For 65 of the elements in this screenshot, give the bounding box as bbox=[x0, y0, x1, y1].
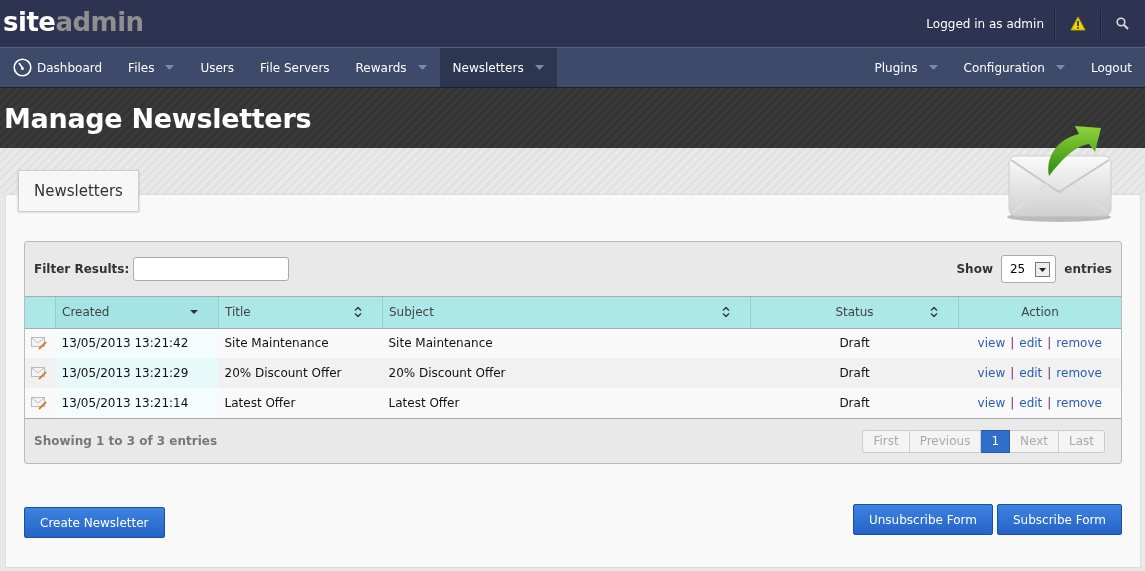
action-link[interactable]: view bbox=[977, 396, 1006, 410]
separator: | bbox=[1047, 366, 1052, 380]
table-cell: Draft bbox=[839, 336, 870, 351]
gauge-icon bbox=[13, 58, 32, 77]
table-cell: 13/05/2013 13:21:14 bbox=[61, 396, 189, 410]
envelope-edit-icon bbox=[31, 336, 47, 351]
separator: | bbox=[1047, 396, 1052, 410]
search-icon[interactable] bbox=[1116, 17, 1129, 30]
nav-item[interactable]: File Servers bbox=[247, 48, 343, 87]
page-title: Manage Newsletters bbox=[4, 102, 312, 134]
separator: | bbox=[1010, 366, 1015, 380]
nav-item[interactable]: Dashboard bbox=[0, 48, 116, 87]
table-cell: Site Maintenance bbox=[224, 336, 329, 351]
nav-item[interactable]: Users bbox=[187, 48, 248, 87]
action-link[interactable]: edit bbox=[1019, 366, 1043, 380]
nav-item[interactable]: Files bbox=[115, 48, 188, 87]
table-cell: Latest Offer bbox=[388, 396, 460, 410]
sort-icon[interactable] bbox=[930, 306, 938, 318]
action-link[interactable]: remove bbox=[1056, 336, 1102, 351]
column-header[interactable]: Created bbox=[55, 297, 219, 328]
nav-item[interactable]: Logout bbox=[1077, 48, 1145, 87]
pagination-button[interactable]: 1 bbox=[981, 429, 1011, 453]
login-status: Logged in as admin bbox=[926, 8, 1055, 39]
create-button[interactable]: Create Newsletter bbox=[24, 507, 165, 538]
show-label: Show bbox=[956, 262, 993, 276]
separator: | bbox=[1010, 396, 1015, 410]
filter-label: Filter Results: bbox=[34, 262, 130, 276]
entries-label: entries bbox=[1064, 262, 1112, 276]
table-cell: Latest Offer bbox=[224, 396, 296, 410]
action-link[interactable]: remove bbox=[1056, 366, 1102, 380]
table-cell: Draft bbox=[839, 396, 870, 410]
nav-item[interactable]: Rewards bbox=[342, 48, 440, 87]
table-cell: 20% Discount Offer bbox=[224, 366, 342, 380]
envelope-edit-icon bbox=[31, 396, 47, 410]
page-size-select[interactable]: 25 bbox=[1001, 255, 1057, 283]
sort-icon[interactable] bbox=[722, 306, 730, 318]
action-link[interactable]: edit bbox=[1019, 336, 1043, 351]
form-button[interactable]: Subscribe Form bbox=[997, 504, 1122, 535]
action-link[interactable]: edit bbox=[1019, 396, 1043, 410]
site-logo[interactable]: siteadmin bbox=[3, 6, 144, 37]
action-link[interactable]: view bbox=[977, 336, 1006, 351]
envelope-edit-icon bbox=[31, 366, 47, 380]
nav-item[interactable]: Configuration bbox=[950, 48, 1078, 87]
table-cell: 13/05/2013 13:21:29 bbox=[61, 366, 189, 380]
column-header[interactable]: Status bbox=[750, 297, 959, 328]
table-cell: Site Maintenance bbox=[388, 336, 493, 351]
nav-item[interactable]: Newsletters bbox=[439, 48, 557, 87]
nav-item[interactable]: Plugins bbox=[861, 48, 951, 87]
column-header[interactable]: Title bbox=[218, 297, 383, 328]
table-cell: Draft bbox=[839, 366, 870, 380]
filter-input[interactable] bbox=[133, 257, 290, 281]
action-link[interactable]: remove bbox=[1056, 396, 1102, 410]
sort-icon[interactable] bbox=[190, 310, 198, 315]
section-tab[interactable]: Newsletters bbox=[18, 170, 139, 211]
column-header: Action bbox=[958, 297, 1121, 328]
table-cell: 13/05/2013 13:21:42 bbox=[61, 336, 189, 351]
sort-icon[interactable] bbox=[354, 306, 362, 318]
warning-icon[interactable] bbox=[1070, 16, 1086, 31]
entries-info: Showing 1 to 3 of 3 entries bbox=[34, 434, 218, 448]
form-button[interactable]: Unsubscribe Form bbox=[852, 504, 993, 535]
action-link[interactable]: view bbox=[977, 366, 1006, 380]
separator: | bbox=[1010, 336, 1015, 351]
column-header[interactable]: Subject bbox=[382, 297, 751, 328]
table-cell: 20% Discount Offer bbox=[388, 366, 506, 380]
separator: | bbox=[1047, 336, 1052, 351]
